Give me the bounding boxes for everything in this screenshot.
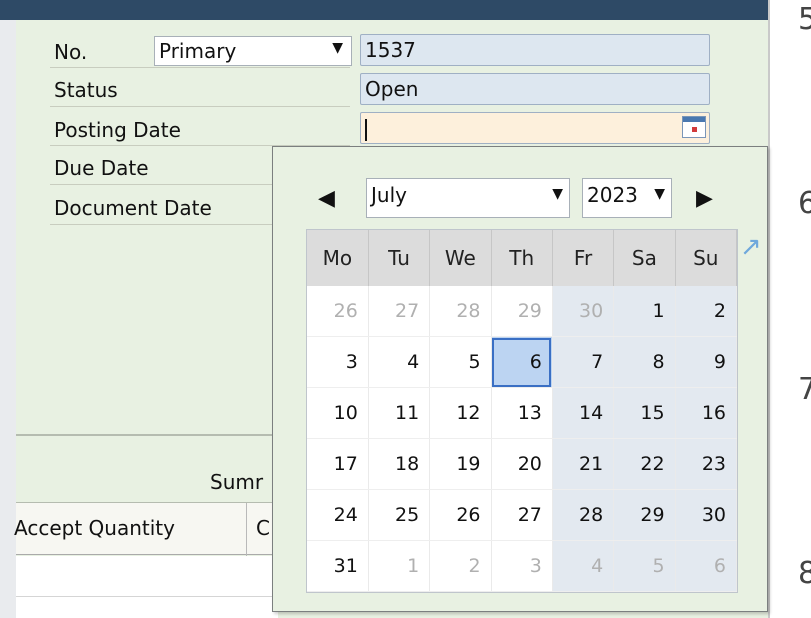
text-cursor	[365, 118, 367, 141]
column-header-partial[interactable]: C	[256, 516, 270, 540]
calendar-day[interactable]: 12	[429, 387, 492, 439]
calendar-day[interactable]: 23	[675, 438, 738, 490]
calendar-days: 26 27 28 29 30 1 2 3 4 5 6 7 8 9 10 11 12 13 14 15 16 17 18 19 2…	[307, 286, 738, 592]
calendar-day[interactable]: 31	[307, 540, 369, 592]
row-divider	[50, 67, 350, 68]
calendar-day[interactable]: 28	[429, 286, 492, 337]
weekday-header: Sa	[613, 230, 676, 286]
calendar-week-row: 24 25 26 27 28 29 30	[307, 489, 738, 541]
calendar-day[interactable]: 18	[368, 438, 431, 490]
calendar-day[interactable]: 13	[491, 387, 553, 439]
calendar-day[interactable]: 5	[613, 540, 676, 592]
calendar-day[interactable]: 20	[491, 438, 553, 490]
calendar-day[interactable]: 27	[491, 489, 553, 541]
calendar-day[interactable]: 30	[552, 286, 615, 337]
calendar-day[interactable]: 2	[429, 540, 492, 592]
expand-arrow-icon[interactable]: ↗	[740, 232, 762, 262]
chevron-down-icon[interactable]: ▼	[552, 186, 563, 202]
prev-month-button[interactable]: ◀	[318, 186, 335, 211]
section-divider	[16, 434, 276, 436]
chevron-down-icon[interactable]: ▼	[332, 40, 343, 56]
calendar-week-row: 3456789	[307, 336, 738, 388]
calendar-day[interactable]: 14	[552, 387, 615, 439]
calendar-day[interactable]: 30	[675, 489, 738, 541]
doc-number-field[interactable]: 1537	[360, 34, 710, 66]
weekday-header: Mo	[307, 230, 369, 286]
status-field[interactable]: Open	[360, 73, 710, 105]
calendar-day[interactable]: 4	[552, 540, 615, 592]
calendar-day[interactable]: 6	[491, 336, 553, 388]
side-number: 7	[798, 372, 811, 407]
weekday-header: We	[429, 230, 492, 286]
document-date-label: Document Date	[54, 196, 212, 220]
calendar-day[interactable]: 29	[491, 286, 553, 337]
calendar-day[interactable]: 1	[368, 540, 431, 592]
due-date-label: Due Date	[54, 156, 149, 180]
calendar-day[interactable]: 25	[368, 489, 431, 541]
calendar-day[interactable]: 11	[368, 387, 431, 439]
no-label: No.	[54, 40, 88, 64]
weekday-header: Su	[675, 230, 738, 286]
chevron-down-icon[interactable]: ▼	[654, 186, 665, 202]
calendar-day[interactable]: 21	[552, 438, 615, 490]
series-value: Primary	[159, 39, 237, 63]
side-number: 5	[798, 2, 811, 37]
calendar-day[interactable]: 19	[429, 438, 492, 490]
calendar-week-row: 31 1 2 3 4 5 6	[307, 540, 738, 592]
year-value: 2023	[587, 183, 638, 207]
calendar-day[interactable]: 22	[613, 438, 676, 490]
right-side-panel	[768, 0, 811, 618]
calendar-week-row: 26 27 28 29 30 1 2	[307, 286, 738, 337]
side-number: 8	[798, 556, 811, 591]
calendar-day[interactable]: 8	[613, 336, 676, 388]
calendar-day[interactable]: 9	[675, 336, 738, 388]
series-dropdown[interactable]: Primary ▼	[154, 36, 352, 66]
weekday-header: Tu	[368, 230, 431, 286]
calendar-day[interactable]: 10	[307, 387, 369, 439]
calendar-day[interactable]: 29	[613, 489, 676, 541]
calendar-day[interactable]: 16	[675, 387, 738, 439]
weekday-header: Th	[491, 230, 553, 286]
calendar-day[interactable]: 27	[368, 286, 431, 337]
calendar-day[interactable]: 17	[307, 438, 369, 490]
weekday-header-row: Mo Tu We Th Fr Sa Su	[307, 230, 738, 286]
calendar-day[interactable]: 28	[552, 489, 615, 541]
summary-tab[interactable]: Sumr	[210, 470, 263, 494]
month-dropdown[interactable]: July ▼	[366, 178, 570, 218]
calendar-day[interactable]: 24	[307, 489, 369, 541]
posting-date-input[interactable]	[360, 112, 710, 144]
month-value: July	[371, 183, 407, 207]
calendar-grid: Mo Tu We Th Fr Sa Su 26 27 28 29 30 1 2 3 4 5 6 7 8 9 10 11 12…	[306, 229, 738, 593]
calendar-day[interactable]: 5	[429, 336, 492, 388]
status-label: Status	[54, 78, 118, 102]
row-divider	[50, 106, 350, 107]
next-month-button[interactable]: ▶	[696, 186, 713, 211]
calendar-day[interactable]: 15	[613, 387, 676, 439]
calendar-week-row: 10 11 12 13 14 15 16	[307, 387, 738, 439]
column-header-accept-quantity[interactable]: Accept Quantity	[14, 516, 175, 540]
calendar-day[interactable]: 4	[368, 336, 431, 388]
calendar-day[interactable]: 7	[552, 336, 615, 388]
year-dropdown[interactable]: 2023 ▼	[582, 178, 672, 218]
side-number: 6	[798, 186, 811, 221]
weekday-header: Fr	[552, 230, 615, 286]
calendar-day[interactable]: 1	[613, 286, 676, 337]
calendar-day[interactable]: 26	[429, 489, 492, 541]
calendar-icon[interactable]	[682, 116, 706, 138]
posting-date-label: Posting Date	[54, 118, 181, 142]
calendar-day[interactable]: 2	[675, 286, 738, 337]
calendar-day[interactable]: 3	[491, 540, 553, 592]
grid-body[interactable]	[16, 556, 278, 618]
calendar-day[interactable]: 3	[307, 336, 369, 388]
calendar-day[interactable]: 6	[675, 540, 738, 592]
calendar-week-row: 17 18 19 20 21 22 23	[307, 438, 738, 490]
calendar-day[interactable]: 26	[307, 286, 369, 337]
window-title-bar	[0, 0, 768, 20]
grid-row-line	[16, 596, 278, 597]
